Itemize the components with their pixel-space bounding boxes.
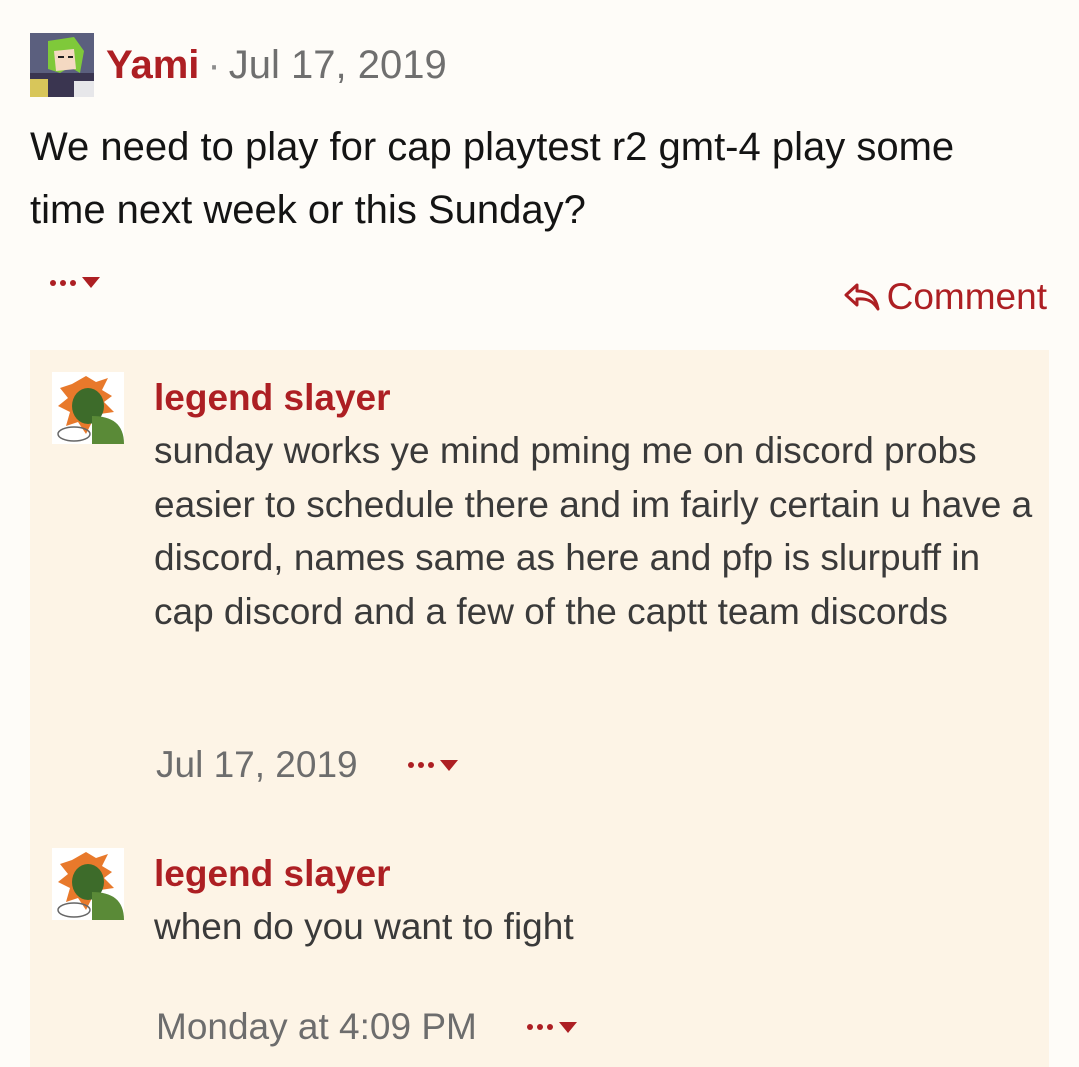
comment-author-link[interactable]: legend slayer bbox=[154, 848, 1034, 900]
chevron-down-icon bbox=[558, 1021, 577, 1033]
comment-more-menu[interactable] bbox=[407, 759, 458, 771]
comment-button[interactable]: Comment bbox=[843, 276, 1047, 318]
post-header: Yami · Jul 17, 2019 bbox=[30, 33, 447, 97]
comment-footer: Jul 17, 2019 bbox=[156, 744, 458, 786]
comment-footer: Monday at 4:09 PM bbox=[156, 1006, 577, 1048]
comment-text: when do you want to fight bbox=[154, 906, 574, 947]
post-author-link[interactable]: Yami bbox=[106, 43, 199, 88]
comment-content: legend slayer when do you want to fight bbox=[154, 848, 1034, 954]
more-options-icon bbox=[407, 762, 434, 768]
comment-item: legend slayer when do you want to fight … bbox=[52, 848, 1032, 1058]
avatar[interactable] bbox=[52, 372, 124, 444]
post-date[interactable]: Jul 17, 2019 bbox=[229, 43, 447, 88]
comment-more-menu[interactable] bbox=[526, 1021, 577, 1033]
chevron-down-icon bbox=[82, 277, 100, 288]
comment-item: legend slayer sunday works ye mind pming… bbox=[52, 372, 1032, 792]
chevron-down-icon bbox=[439, 759, 458, 771]
comments-section: legend slayer sunday works ye mind pming… bbox=[30, 350, 1049, 1067]
comment-date[interactable]: Monday at 4:09 PM bbox=[156, 1006, 477, 1048]
comment-author-link[interactable]: legend slayer bbox=[154, 372, 1034, 424]
more-options-icon bbox=[526, 1024, 553, 1030]
comment-content: legend slayer sunday works ye mind pming… bbox=[154, 372, 1034, 638]
comment-date[interactable]: Jul 17, 2019 bbox=[156, 744, 358, 786]
avatar[interactable] bbox=[30, 33, 94, 97]
avatar[interactable] bbox=[52, 848, 124, 920]
page: Yami · Jul 17, 2019 We need to play for … bbox=[0, 0, 1079, 1067]
comment-button-label: Comment bbox=[886, 276, 1047, 317]
reply-arrow-icon bbox=[844, 283, 880, 311]
comment-text: sunday works ye mind pming me on discord… bbox=[154, 430, 1033, 632]
more-options-icon bbox=[50, 279, 76, 286]
meta-separator: · bbox=[207, 42, 221, 87]
post-body: We need to play for cap playtest r2 gmt-… bbox=[30, 125, 955, 232]
post-more-menu[interactable] bbox=[50, 277, 100, 288]
